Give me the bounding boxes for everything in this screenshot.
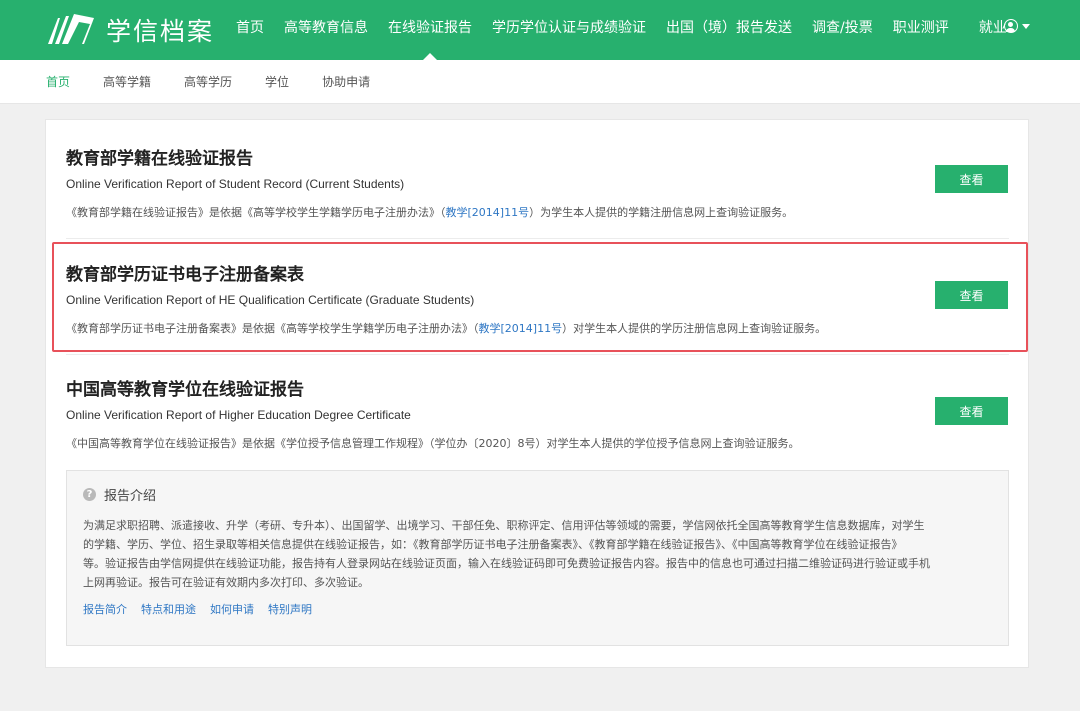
subnav-item-qualification[interactable]: 高等学历 [184, 60, 232, 103]
divider [66, 354, 1009, 355]
report-title: 教育部学籍在线验证报告 [66, 149, 253, 169]
report-description: 《中国高等教育学位在线验证报告》是依据《学位授予信息管理工作规程》（学位办〔20… [66, 437, 800, 450]
nav-item-career-assessment[interactable]: 职业测评 [883, 0, 959, 60]
report-student-record: 教育部学籍在线验证报告 Online Verification Report o… [66, 144, 1009, 220]
link-report-summary[interactable]: 报告简介 [83, 601, 127, 617]
view-button-degree-certificate[interactable]: 查看 [935, 397, 1008, 425]
main-nav: 首页 高等教育信息 在线验证报告 学历学位认证与成绩验证 出国（境）报告发送 调… [226, 0, 1017, 60]
user-menu[interactable] [1004, 19, 1030, 33]
link-features-and-uses[interactable]: 特点和用途 [141, 601, 196, 617]
nav-item-degree-certification[interactable]: 学历学位认证与成绩验证 [482, 0, 656, 60]
top-navigation-bar: 学信档案 首页 高等教育信息 在线验证报告 学历学位认证与成绩验证 出国（境）报… [0, 0, 1080, 60]
subnav-item-home[interactable]: 首页 [46, 60, 70, 103]
divider [66, 238, 1009, 239]
report-description: 《教育部学籍在线验证报告》是依据《高等学校学生学籍学历电子注册办法》（教学[20… [66, 206, 794, 219]
subnav-item-degree[interactable]: 学位 [265, 60, 289, 103]
nav-item-survey-vote[interactable]: 调查/投票 [802, 0, 883, 60]
link-special-statement[interactable]: 特别声明 [268, 601, 312, 617]
subnav-item-assist-application[interactable]: 协助申请 [322, 60, 370, 103]
intro-title-row: ? 报告介绍 [83, 485, 992, 504]
intro-body: 为满足求职招聘、派遣接收、升学（考研、专升本）、出国留学、出境学习、干部任免、职… [83, 519, 930, 589]
report-subtitle: Online Verification Report of Higher Edu… [66, 408, 411, 422]
nav-item-online-verification-report[interactable]: 在线验证报告 [378, 0, 482, 60]
report-qualification-certificate: 教育部学历证书电子注册备案表 Online Verification Repor… [66, 260, 1009, 336]
sub-navigation-bar: 首页 高等学籍 高等学历 学位 协助申请 [0, 60, 1080, 104]
report-title: 中国高等教育学位在线验证报告 [66, 380, 304, 400]
book-logo-icon [48, 14, 94, 44]
reports-card: 教育部学籍在线验证报告 Online Verification Report o… [45, 119, 1029, 668]
view-button-qualification-certificate[interactable]: 查看 [935, 281, 1008, 309]
report-description: 《教育部学历证书电子注册备案表》是依据《高等学校学生学籍学历电子注册办法》（教学… [66, 322, 827, 335]
view-button-student-record[interactable]: 查看 [935, 165, 1008, 193]
intro-title: 报告介绍 [104, 489, 157, 504]
intro-links: 报告简介 特点和用途 如何申请 特别声明 [83, 601, 992, 617]
user-icon [1004, 19, 1018, 33]
nav-item-home[interactable]: 首页 [226, 0, 274, 60]
link-how-to-apply[interactable]: 如何申请 [210, 601, 254, 617]
report-subtitle: Online Verification Report of HE Qualifi… [66, 293, 475, 307]
regulation-link[interactable]: 教学[2014]11号 [446, 206, 530, 219]
brand-name: 学信档案 [106, 17, 215, 46]
report-degree-certificate: 中国高等教育学位在线验证报告 Online Verification Repor… [66, 375, 1009, 451]
report-subtitle: Online Verification Report of Student Re… [66, 177, 405, 191]
nav-item-higher-education-info[interactable]: 高等教育信息 [274, 0, 378, 60]
regulation-link[interactable]: 教学[2014]11号 [479, 322, 563, 335]
brand-logo[interactable]: 学信档案 [46, 12, 214, 48]
subnav-item-student-record[interactable]: 高等学籍 [103, 60, 151, 103]
question-mark-icon: ? [83, 488, 96, 501]
caret-down-icon [1022, 23, 1030, 29]
report-intro-box: ? 报告介绍 为满足求职招聘、派遣接收、升学（考研、专升本）、出国留学、出境学习… [66, 470, 1009, 646]
report-title: 教育部学历证书电子注册备案表 [66, 265, 304, 285]
nav-item-overseas-report[interactable]: 出国（境）报告发送 [656, 0, 802, 60]
